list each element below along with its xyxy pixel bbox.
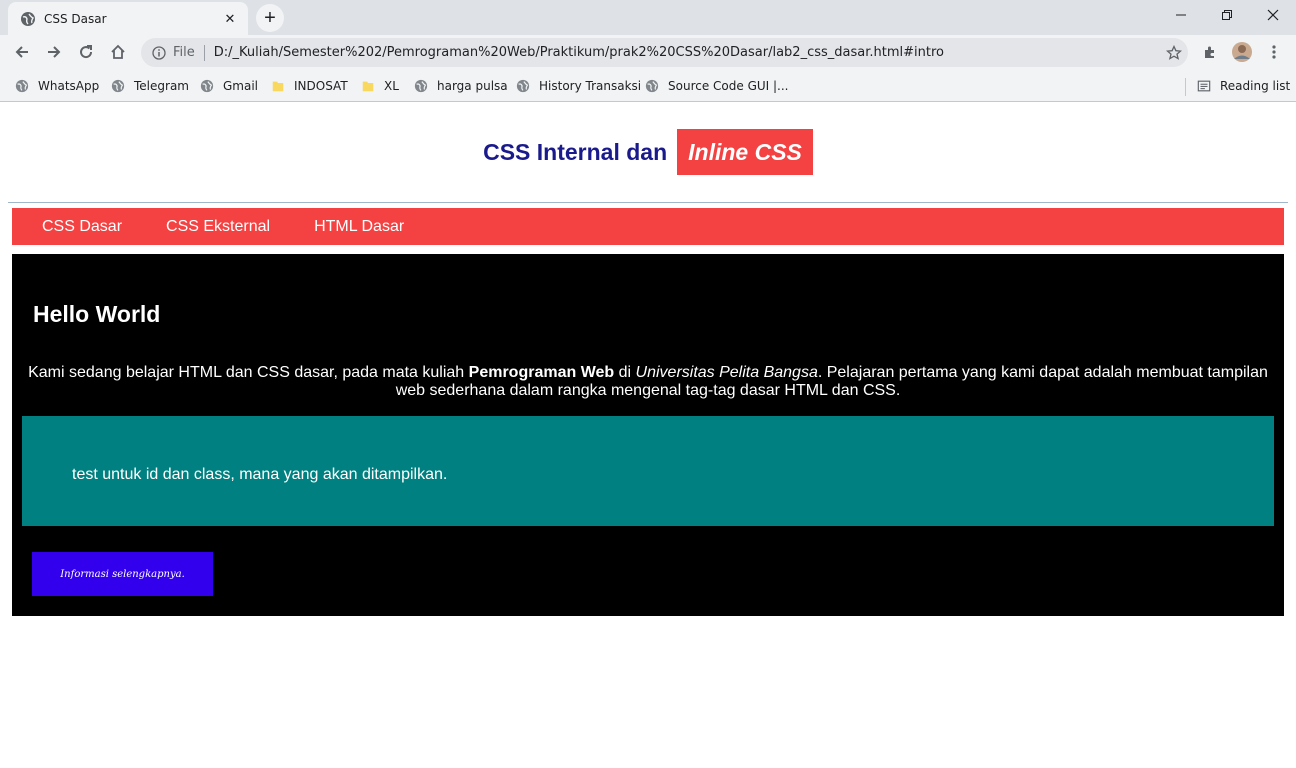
nav-link-html-dasar[interactable]: HTML Dasar [314,218,404,236]
bookmark-history-transaksi[interactable]: History Transaksi [515,76,641,96]
url-scheme-label: File [173,45,195,60]
globe-icon [644,78,660,94]
bookmark-label: Source Code GUI |... [668,79,789,93]
page-title: CSS Internal dan [483,138,668,165]
reading-list-label: Reading list [1220,79,1291,93]
new-tab-button[interactable]: + [256,4,284,32]
url-text[interactable]: D:/_Kuliah/Semester%202/Pemrograman%20We… [214,45,1160,60]
globe-icon [413,78,429,94]
site-nav: CSS Dasar CSS Eksternal HTML Dasar [12,208,1284,245]
browser-tab[interactable]: CSS Dasar ✕ [8,2,248,35]
course-name: Pemrograman Web [468,364,615,381]
back-icon[interactable] [8,38,36,66]
nav-link-css-eksternal[interactable]: CSS Eksternal [166,218,270,236]
tab-title: CSS Dasar [44,11,107,26]
bookmark-telegram[interactable]: Telegram [110,76,189,96]
folder-icon [270,78,286,94]
close-icon[interactable]: ✕ [222,11,238,27]
paragraph-text: Kami sedang belajar HTML dan CSS dasar, … [28,364,469,381]
globe-icon [14,78,30,94]
divider [203,44,205,61]
paragraph-text: di [614,364,636,381]
bookmark-source-code-gui[interactable]: Source Code GUI |... [644,76,789,96]
bookmark-xl[interactable]: XL [360,76,399,96]
bookmark-label: XL [384,79,399,93]
nav-link-css-dasar[interactable]: CSS Dasar [42,218,122,236]
bookmark-label: harga pulsa [437,79,508,93]
divider [8,202,1288,203]
star-icon[interactable] [1160,39,1188,67]
bookmark-label: Telegram [134,79,189,93]
avatar[interactable] [1228,38,1256,66]
minimize-icon[interactable] [1158,0,1204,30]
divider [1185,78,1186,96]
info-icon[interactable] [151,45,167,61]
browser-toolbar: File D:/_Kuliah/Semester%202/Pemrograman… [0,35,1296,70]
globe-icon [110,78,126,94]
home-icon[interactable] [104,38,132,66]
bookmark-indosat[interactable]: INDOSAT [270,76,348,96]
globe-icon [20,11,36,27]
globe-icon [515,78,531,94]
intro-paragraph: Kami sedang belajar HTML dan CSS dasar, … [22,364,1274,400]
extensions-icon[interactable] [1196,38,1224,66]
reload-icon[interactable] [72,38,100,66]
restore-icon[interactable] [1204,0,1250,30]
page-header: CSS Internal dan Inline CSS [0,129,1296,175]
window-close-icon[interactable] [1250,0,1296,30]
bookmark-label: INDOSAT [294,79,348,93]
intro-text: test untuk id dan class, mana yang akan … [72,466,448,483]
globe-icon [199,78,215,94]
reading-list-icon [1196,78,1212,94]
menu-kebab-icon[interactable] [1260,38,1288,66]
bookmark-label: History Transaksi [539,79,642,93]
reading-list-button[interactable]: Reading list [1196,76,1290,96]
university-name: Universitas Pelita Bangsa [635,364,818,381]
bookmark-whatsapp[interactable]: WhatsApp [14,76,99,96]
content-heading: Hello World [33,301,161,327]
bookmark-harga-pulsa[interactable]: harga pulsa [413,76,508,96]
page-title-inline: Inline CSS [677,129,813,175]
forward-icon[interactable] [40,38,68,66]
bookmarks-bar: WhatsApp Telegram Gmail INDOSAT XL harga… [0,70,1296,102]
folder-icon [360,78,376,94]
address-bar[interactable]: File D:/_Kuliah/Semester%202/Pemrograman… [141,38,1188,67]
main-content: Hello World Kami sedang belajar HTML dan… [12,254,1284,616]
tab-strip: CSS Dasar ✕ + [0,0,1296,35]
intro-box: test untuk id dan class, mana yang akan … [22,416,1274,526]
bookmark-label: Gmail [223,79,259,93]
bookmark-gmail[interactable]: Gmail [199,76,258,96]
bookmark-label: WhatsApp [38,79,100,93]
more-info-button[interactable]: Informasi selengkapnya. [32,552,213,596]
